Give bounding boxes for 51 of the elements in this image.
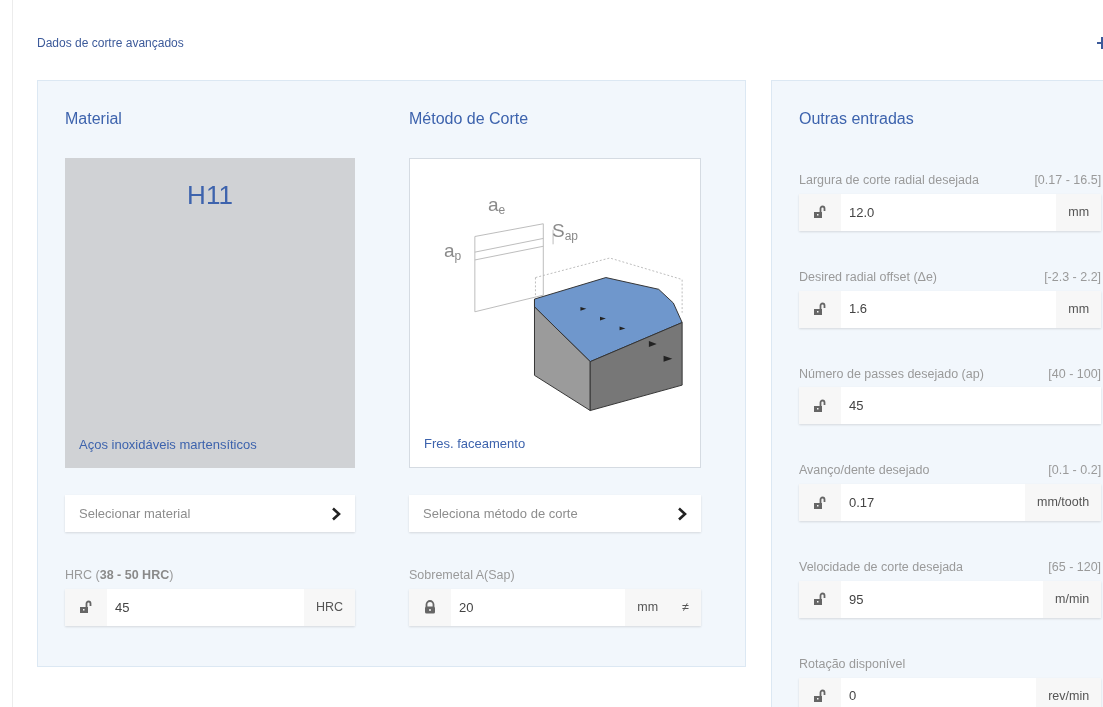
input-field[interactable]: 0 — [841, 677, 1037, 707]
field-label: Sobremetal A(Sap) — [409, 567, 516, 584]
material-code: H11 — [186, 179, 234, 212]
section-title: Dados de cortre avançados — [37, 35, 184, 52]
field-label: Rotação disponível — [799, 655, 906, 673]
unlock-icon[interactable] — [79, 600, 93, 615]
input-field[interactable]: 20 — [451, 588, 626, 626]
unit-label: mm — [636, 598, 660, 616]
unlock-icon[interactable] — [813, 592, 827, 607]
input-field[interactable]: 45 — [107, 588, 304, 626]
section-heading: Material — [65, 109, 123, 129]
range-label: [0.1 - 0.2] — [1048, 462, 1102, 480]
card-caption: Aços inoxidáveis martensíticos — [79, 435, 258, 454]
material-card[interactable]: H11 Aços inoxidáveis martensíticos — [65, 158, 355, 468]
chevron-right-icon — [331, 506, 341, 521]
section-heading: Outras entradas — [799, 109, 915, 129]
unlock-icon[interactable] — [813, 495, 827, 510]
unit-label: mm — [1067, 300, 1091, 318]
method-card[interactable]: a$_{e}$ S$_{ap}$ a$_{p}$ Fres. faceamento — [409, 158, 701, 468]
field-label: Avanço/dente desejado — [799, 462, 930, 480]
unlock-icon[interactable] — [813, 302, 827, 316]
unlock-icon[interactable] — [813, 205, 827, 220]
unit-label: m/min — [1054, 590, 1091, 608]
input-field[interactable]: 0.17 — [841, 484, 1025, 521]
unlock-icon[interactable] — [813, 689, 827, 703]
field-label: Desired radial offset (Δe) — [799, 268, 938, 286]
range-label: [0.17 - 16.5] — [1034, 172, 1102, 189]
unit-label: rev/min — [1047, 687, 1091, 705]
section-heading: Método de Corte — [409, 109, 530, 129]
field-label: Número de passes desejado (ap) — [799, 365, 984, 383]
expand-icon[interactable] — [1097, 37, 1103, 49]
field-label: HRC (38 - 50 HRC) — [65, 567, 175, 584]
unit-label: HRC — [314, 598, 344, 616]
card-caption: Fres. faceamento — [424, 434, 527, 453]
field-label: Velocidade de corte desejada — [799, 559, 963, 576]
unit-label: mm — [1067, 203, 1091, 221]
select-button[interactable]: Seleciona método de corte — [409, 495, 701, 532]
input-field[interactable]: 45 — [841, 387, 1102, 425]
chevron-right-icon — [677, 506, 687, 521]
unlock-icon[interactable] — [813, 398, 827, 413]
lock-icon[interactable] — [423, 600, 437, 615]
not-equal-toggle[interactable]: ≠ — [670, 588, 701, 626]
range-label: [-2.3 - 2.2] — [1044, 268, 1102, 286]
range-label: [65 - 120] — [1048, 559, 1102, 576]
field-label: Largura de corte radial desejada — [799, 172, 979, 189]
input-field[interactable]: 95 — [841, 580, 1044, 618]
range-label: [40 - 100] — [1048, 365, 1102, 383]
input-field[interactable]: 12.0 — [841, 193, 1057, 231]
input-field[interactable]: 1.6 — [841, 290, 1057, 328]
dimension-label: a$_{e}$ — [488, 195, 506, 214]
unit-label: mm/tooth — [1036, 494, 1091, 512]
